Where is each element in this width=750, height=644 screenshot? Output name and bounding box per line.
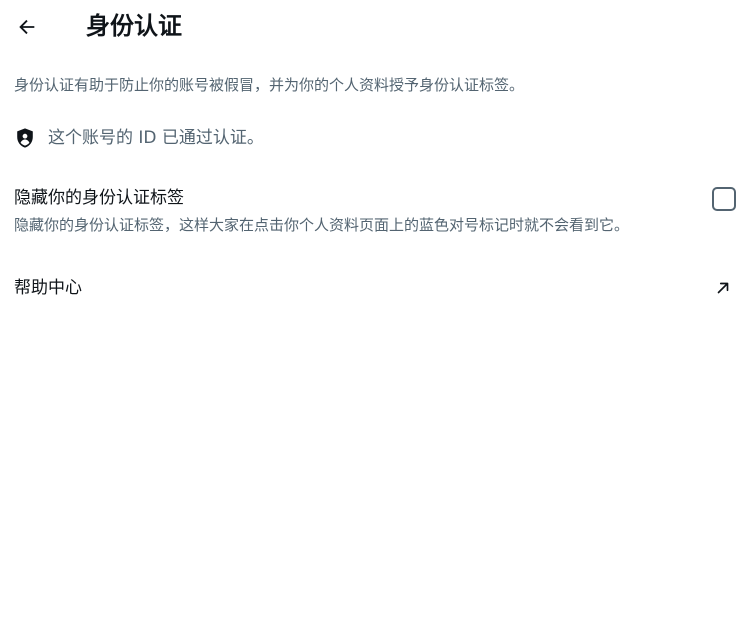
- description-text: 身份认证有助于防止你的账号被假冒，并为你的个人资料授予身份认证标签。: [14, 76, 525, 94]
- back-button[interactable]: [8, 8, 46, 46]
- identity-verification-page: 身份认证 身份认证有助于防止你的账号被假冒，并为你的个人资料授予身份认证标签。 …: [0, 0, 750, 644]
- arrow-left-icon: [19, 19, 35, 35]
- hide-badge-checkbox[interactable]: [712, 187, 736, 211]
- external-link-arrow-icon: [717, 282, 729, 294]
- page-title: 身份认证: [86, 12, 182, 40]
- hide-badge-label: 隐藏你的身份认证标签: [14, 188, 184, 208]
- verified-status-text: 这个账号的 ID 已通过认证。: [48, 128, 264, 148]
- help-center-link[interactable]: 帮助中心: [0, 268, 750, 308]
- help-center-label: 帮助中心: [14, 278, 82, 298]
- verified-status: 这个账号的 ID 已通过认证。: [14, 126, 264, 150]
- hide-badge-setting[interactable]: 隐藏你的身份认证标签 隐藏你的身份认证标签，这样大家在点击你个人资料页面上的蓝色…: [14, 186, 736, 235]
- hide-badge-hint: 隐藏你的身份认证标签，这样大家在点击你个人资料页面上的蓝色对号标记时就不会看到它…: [14, 216, 630, 234]
- header: 身份认证: [0, 0, 750, 53]
- shield-check-icon: [17, 128, 33, 148]
